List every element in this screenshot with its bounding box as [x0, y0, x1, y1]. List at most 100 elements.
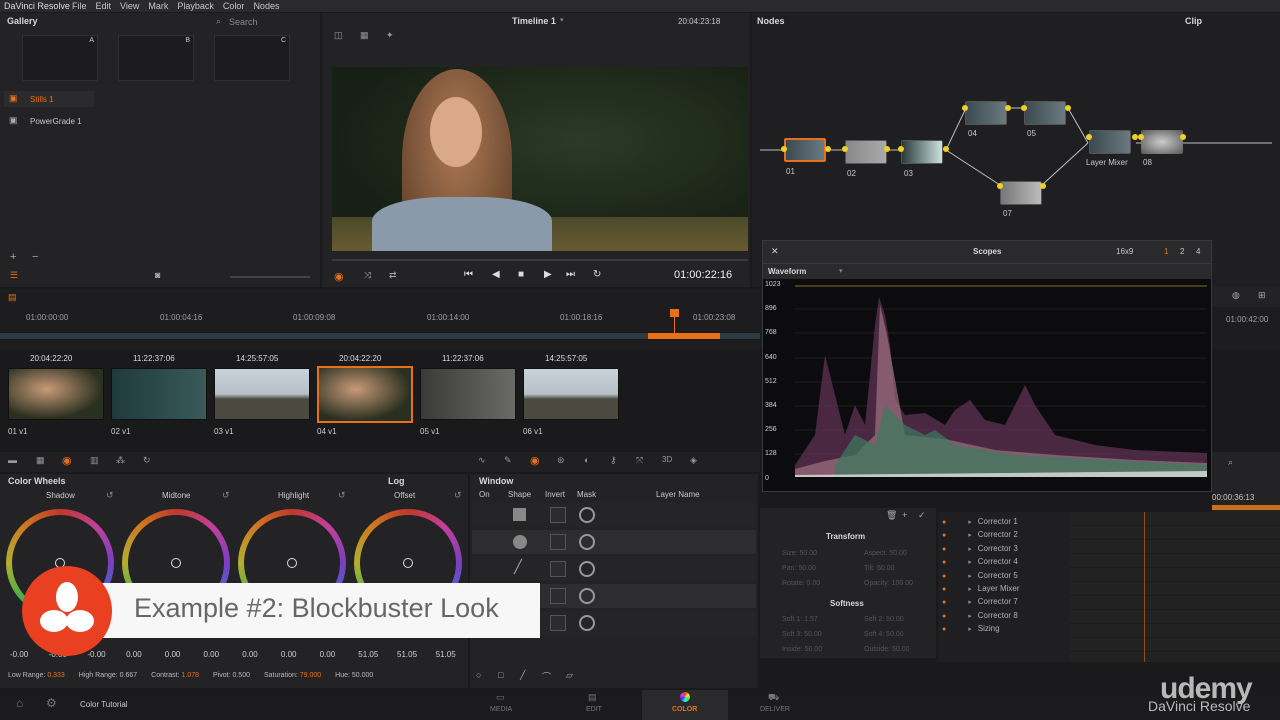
play-reverse-icon[interactable]: ◀	[492, 269, 500, 280]
clip-thumbnail[interactable]	[8, 368, 104, 420]
reset-icon[interactable]: ↺	[338, 490, 346, 501]
add-square-icon[interactable]: □	[498, 670, 503, 680]
wheel-value[interactable]: 0.00	[165, 650, 181, 659]
playhead-handle[interactable]	[670, 309, 679, 317]
pivot-value[interactable]: 0.500	[232, 672, 250, 679]
close-icon[interactable]: ✕	[771, 246, 779, 257]
menu-item-color[interactable]: Color	[223, 1, 245, 11]
rgb-mixer-icon[interactable]: ▥	[90, 455, 99, 466]
contrast-value[interactable]: 1.078	[182, 672, 200, 679]
trash-icon[interactable]: 🗑	[886, 510, 897, 521]
plus-icon[interactable]: +	[902, 510, 907, 520]
clip-thumbnail[interactable]	[214, 368, 310, 420]
wheel-value[interactable]: -0.00	[10, 650, 28, 659]
page-color[interactable]: COLOR	[642, 690, 728, 720]
color-match-icon[interactable]: ▦	[36, 455, 45, 466]
keyframe-track[interactable]: ● ▸ Corrector 7	[942, 597, 1070, 606]
gallery-search[interactable]: Search	[229, 17, 258, 27]
expand-icon[interactable]: ▸	[968, 626, 972, 633]
clip-thumbnail[interactable]	[111, 368, 207, 420]
skip-forward-icon[interactable]: ⏭	[566, 269, 575, 280]
transform-field[interactable]: Outside: 50.00	[864, 646, 910, 653]
menu-item-file[interactable]: File	[72, 1, 87, 11]
keyframe-track[interactable]: ● ▸ Layer Mixer	[942, 584, 1070, 593]
still-slot-c[interactable]: C	[214, 35, 290, 81]
transform-field[interactable]: Soft 1: 1.57	[782, 616, 818, 623]
high-range-value[interactable]: 0.667	[120, 672, 138, 679]
track-bar-selected[interactable]	[648, 333, 720, 339]
transform-field[interactable]: Tilt: 50.00	[864, 565, 894, 572]
keyframe-track[interactable]: ● ▸ Corrector 8	[942, 611, 1070, 620]
zoom-slider[interactable]	[230, 276, 310, 278]
wheel-value[interactable]: 51.05	[358, 650, 378, 659]
color-wheels-icon[interactable]: ◉	[62, 454, 72, 467]
invert-toggle[interactable]	[550, 588, 566, 604]
wheel-value[interactable]: 0.00	[204, 650, 220, 659]
wheel-value[interactable]: 0.00	[320, 650, 336, 659]
loop-icon[interactable]: ↻	[593, 269, 601, 280]
bypass-icon[interactable]: ⇄	[389, 270, 397, 281]
timeline-icon[interactable]: ▤	[8, 292, 17, 303]
scrub-bar[interactable]	[332, 259, 748, 261]
scopes-layout[interactable]: 16x9	[1116, 247, 1133, 256]
transform-field[interactable]: Soft 4: 50.00	[864, 631, 904, 638]
reset-icon[interactable]: ↺	[106, 490, 114, 501]
page-media[interactable]: ▭ MEDIA	[464, 690, 544, 720]
node-08[interactable]	[1141, 130, 1183, 154]
node-02[interactable]	[845, 140, 887, 164]
gear-icon[interactable]: ⚙	[46, 696, 57, 710]
add-icon[interactable]: +	[10, 251, 16, 263]
node-01[interactable]	[784, 138, 826, 162]
curves-icon[interactable]: ∿	[478, 455, 486, 466]
clip-thumbnail[interactable]	[420, 368, 516, 420]
node-04[interactable]	[965, 101, 1007, 125]
sizing-icon[interactable]: ⤧	[636, 455, 643, 466]
transform-field[interactable]: Aspect: 50.00	[864, 550, 907, 557]
transform-field[interactable]: Pan: 50.00	[782, 565, 816, 572]
stop-icon[interactable]: ■	[518, 269, 524, 280]
scopes-page-1[interactable]: 1	[1164, 247, 1168, 256]
expand-icon[interactable]: ▸	[968, 532, 972, 539]
keyframe-track[interactable]: ● ▸ Corrector 4	[942, 557, 1070, 566]
refresh-icon[interactable]: ↻	[143, 455, 151, 466]
menu-item-nodes[interactable]: Nodes	[253, 1, 279, 11]
keyframe-playhead[interactable]	[1144, 512, 1145, 662]
expand-icon[interactable]: ▸	[968, 519, 972, 526]
reset-icon[interactable]: ↺	[222, 490, 230, 501]
expand-icon[interactable]: ▸	[968, 559, 972, 566]
skip-back-icon[interactable]: ⏮	[464, 269, 473, 280]
menu-item-edit[interactable]: Edit	[96, 1, 112, 11]
tracker-icon[interactable]: ⊛	[557, 455, 565, 466]
window-row-square[interactable]	[472, 503, 756, 527]
check-icon[interactable]: ✓	[918, 510, 926, 521]
add-line-icon[interactable]: ╱	[520, 670, 525, 681]
add-circle-icon[interactable]: ○	[476, 670, 481, 680]
chevron-down-icon[interactable]: ▾	[560, 16, 564, 24]
wheel-value[interactable]: 0.00	[242, 650, 258, 659]
add-curve-icon[interactable]: ⌒	[542, 670, 551, 683]
menu-item-playback[interactable]: Playback	[177, 1, 214, 11]
remove-icon[interactable]: −	[32, 251, 38, 263]
mask-toggle[interactable]	[579, 588, 595, 604]
window-row-circle[interactable]	[472, 530, 756, 554]
wheel-handle[interactable]	[403, 558, 413, 568]
saturation-value[interactable]: 79.000	[300, 672, 321, 679]
wheel-value[interactable]: 51.05	[436, 650, 456, 659]
transform-field[interactable]: Size: 50.00	[782, 550, 817, 557]
window-row-line[interactable]: ╱	[472, 557, 756, 581]
window-icon[interactable]: ◉	[530, 454, 540, 467]
clip-thumbnail[interactable]	[317, 366, 413, 423]
color-picker-icon[interactable]: ◉	[334, 270, 344, 283]
wheel-value[interactable]: -0.00	[87, 650, 105, 659]
transform-field[interactable]: Inside: 50.00	[782, 646, 822, 653]
node-07[interactable]	[1000, 181, 1042, 205]
3d-icon[interactable]: 3D	[662, 455, 672, 464]
add-polygon-icon[interactable]: ▱	[566, 670, 573, 681]
page-deliver[interactable]: ⛟ DELIVER	[736, 690, 816, 720]
mask-toggle[interactable]	[579, 534, 595, 550]
mask-toggle[interactable]	[579, 507, 595, 523]
keyframe-track[interactable]: ● ▸ Sizing	[942, 624, 1070, 633]
page-edit[interactable]: ▤ EDIT	[556, 690, 636, 720]
expand-icon[interactable]: ▸	[968, 573, 972, 580]
scopes-page-2[interactable]: 2	[1180, 247, 1184, 256]
